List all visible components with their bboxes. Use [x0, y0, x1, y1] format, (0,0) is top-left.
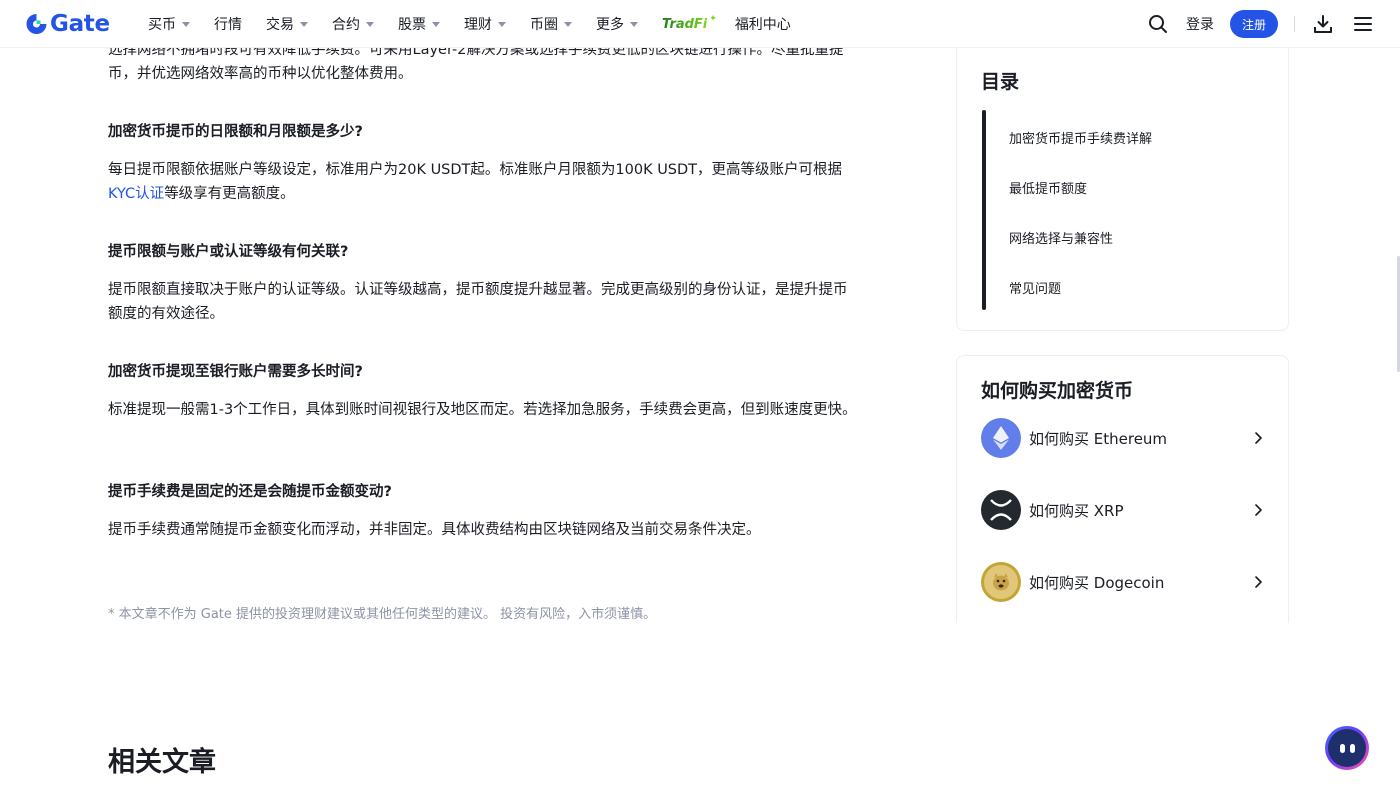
menu-icon[interactable] [1351, 12, 1375, 36]
nav-label: 更多 [596, 17, 624, 33]
faq-question: 提币限额与账户或认证等级有何关联? [108, 244, 349, 260]
bot-eye [1339, 743, 1345, 753]
nav-crypto-circle[interactable]: 币圈 [530, 14, 572, 34]
nav-earn[interactable]: 理财 [464, 14, 506, 34]
how-to-buy-card: 如何购买加密货币 如何购买 Ethereum 如何购买 XRP 如何购买 Dog… [956, 355, 1289, 623]
top-navigation-bar: Gate 买币 行情 交易 合约 股票 理财 币圈 更多 TradFi ✦ 福利… [0, 0, 1400, 48]
chevron-right-icon [1255, 432, 1262, 444]
header-tools: 登录 注册 [1146, 0, 1400, 48]
faq-answer: 提币限额直接取决于账户的认证等级。认证等级越高，提币额度提升越显著。完成更高级别… [108, 282, 848, 322]
chevron-right-icon [1255, 576, 1262, 588]
login-button[interactable]: 登录 [1186, 14, 1214, 34]
gate-logo[interactable]: Gate [24, 11, 110, 37]
chevron-down-icon [498, 21, 506, 27]
bot-eye [1349, 743, 1355, 753]
nav-tradfi[interactable]: TradFi [662, 17, 707, 32]
download-icon[interactable] [1311, 12, 1335, 36]
toc-item[interactable]: 加密货币提币手续费详解 [1009, 128, 1152, 147]
toc-item[interactable]: 网络选择与兼容性 [1009, 228, 1113, 247]
sparkle-icon: ✦ [709, 14, 717, 24]
faq-answer: 标准提现一般需1-3个工作日，具体到账时间视银行及地区而定。若选择加急服务，手续… [108, 402, 857, 418]
faq-question: 提币手续费是固定的还是会随提币金额变动? [108, 484, 392, 500]
chevron-down-icon [432, 21, 440, 27]
toc-item[interactable]: 常见问题 [1009, 278, 1061, 297]
chevron-down-icon [366, 21, 374, 27]
nav-more[interactable]: 更多 [596, 14, 638, 34]
related-articles-title: 相关文章 [108, 747, 216, 778]
chevron-down-icon [300, 21, 308, 27]
nav-trade[interactable]: 交易 [266, 14, 308, 34]
answer-text: 每日提币限额依据账户等级设定，标准用户为20K USDT起。标准账户月限额为10… [108, 162, 843, 178]
nav-label: 行情 [214, 17, 242, 33]
faq-answer: 提币手续费通常随提币金额变化而浮动，并非固定。具体收费结构由区块链网络及当前交易… [108, 522, 761, 538]
nav-buy-crypto[interactable]: 买币 [148, 14, 190, 34]
disclaimer-text: * 本文章不作为 Gate 提供的投资理财建议或其他任何类型的建议。 投资有风险… [108, 607, 657, 622]
nav-label: 买币 [148, 17, 176, 33]
coin-label: 如何购买 XRP [1029, 501, 1124, 520]
nav-welfare-center[interactable]: 福利中心 [735, 14, 791, 34]
chevron-right-icon [1255, 504, 1262, 516]
buy-xrp-link[interactable]: 如何购买 XRP [981, 490, 1266, 530]
nav-label: 理财 [464, 17, 492, 33]
nav-label: 股票 [398, 17, 426, 33]
nav-label: 交易 [266, 17, 294, 33]
divider [1294, 16, 1295, 32]
gate-logo-icon [26, 14, 47, 34]
nav-label: 合约 [332, 17, 360, 33]
signup-button[interactable]: 注册 [1230, 10, 1278, 38]
search-icon[interactable] [1146, 12, 1170, 36]
nav-label: 福利中心 [734, 17, 791, 33]
nav-futures[interactable]: 合约 [332, 14, 374, 34]
answer-text: 等级享有更高额度。 [164, 186, 295, 202]
toc-indicator-bar [982, 110, 986, 310]
nav-stocks[interactable]: 股票 [398, 14, 440, 34]
ethereum-icon [981, 418, 1021, 458]
xrp-icon [981, 490, 1021, 530]
buy-dogecoin-link[interactable]: 如何购买 Dogecoin [981, 562, 1266, 602]
nav-label: 币圈 [530, 17, 558, 33]
faq-question: 加密货币提现至银行账户需要多长时间? [108, 364, 363, 380]
coin-label: 如何购买 Ethereum [1029, 429, 1168, 448]
toc-item[interactable]: 最低提币额度 [1009, 178, 1087, 197]
toc-title: 目录 [981, 71, 1020, 93]
chevron-down-icon [564, 21, 572, 27]
buy-ethereum-link[interactable]: 如何购买 Ethereum [981, 418, 1266, 458]
dogecoin-icon [981, 562, 1021, 602]
coin-label: 如何购买 Dogecoin [1029, 573, 1165, 592]
how-to-buy-title: 如何购买加密货币 [981, 380, 1134, 402]
chat-assistant-button[interactable] [1325, 726, 1369, 770]
chevron-down-icon [182, 21, 190, 27]
faq-answer: 每日提币限额依据账户等级设定，标准用户为20K USDT起。标准账户月限额为10… [108, 158, 860, 206]
table-of-contents-card: 目录 加密货币提币手续费详解 最低提币额度 网络选择与兼容性 常见问题 [956, 20, 1289, 331]
main-nav: 买币 行情 交易 合约 股票 理财 币圈 更多 TradFi ✦ 福利中心 [148, 0, 815, 48]
nav-markets[interactable]: 行情 [214, 14, 242, 34]
chat-bot-icon [1328, 729, 1366, 767]
chevron-down-icon [630, 21, 638, 27]
faq-question: 加密货币提币的日限额和月限额是多少? [108, 124, 363, 140]
kyc-link[interactable]: KYC认证 [108, 186, 164, 202]
logo-text: Gate [50, 11, 110, 37]
